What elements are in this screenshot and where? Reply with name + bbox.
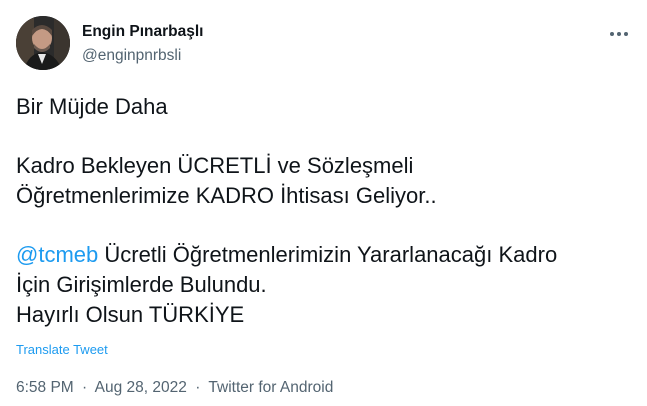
tweet-source[interactable]: Twitter for Android — [208, 379, 333, 396]
tweet-card: Engin Pınarbaşlı @enginpnrbsli Bir Müjde… — [0, 0, 647, 406]
avatar-photo — [16, 16, 70, 70]
tweet-text-line: Öğretmenlerimize KADRO İhtisası Geliyor.… — [16, 183, 437, 208]
tweet-text-line: @tcmeb Ücretli Öğretmenlerimizin Yararla… — [16, 240, 636, 270]
tweet-metadata: 6:58 PM · Aug 28, 2022 · Twitter for And… — [16, 378, 333, 398]
tweet-text-segment: Ücretli Öğretmenlerimizin Yararlanacağı … — [98, 242, 558, 267]
tweet-text-line: Hayırlı Olsun TÜRKİYE — [16, 302, 245, 327]
avatar[interactable] — [16, 16, 70, 70]
translate-tweet-link[interactable]: Translate Tweet — [16, 342, 108, 358]
tweet-text-line: İçin Girişimlerde Bulundu. — [16, 272, 267, 297]
mention-link[interactable]: @tcmeb — [16, 242, 98, 267]
tweet-text-line: Bir Müjde Daha — [16, 94, 168, 119]
author-handle[interactable]: @enginpnrbsli — [82, 46, 203, 66]
meta-separator: · — [195, 379, 201, 396]
more-horizontal-icon — [610, 32, 614, 36]
tweet-time[interactable]: 6:58 PM — [16, 379, 74, 396]
more-options-button[interactable] — [603, 20, 635, 48]
more-horizontal-icon-dot — [624, 32, 628, 36]
tweet-text: Bir Müjde Daha Kadro Bekleyen ÜCRETLİ ve… — [16, 92, 636, 330]
tweet-date[interactable]: Aug 28, 2022 — [95, 379, 187, 396]
meta-separator: · — [82, 379, 88, 396]
author-info: Engin Pınarbaşlı @enginpnrbsli — [82, 22, 203, 66]
tweet-text-line: Kadro Bekleyen ÜCRETLİ ve Sözleşmeli — [16, 153, 414, 178]
more-horizontal-icon-dot — [617, 32, 621, 36]
author-display-name[interactable]: Engin Pınarbaşlı — [82, 22, 203, 42]
